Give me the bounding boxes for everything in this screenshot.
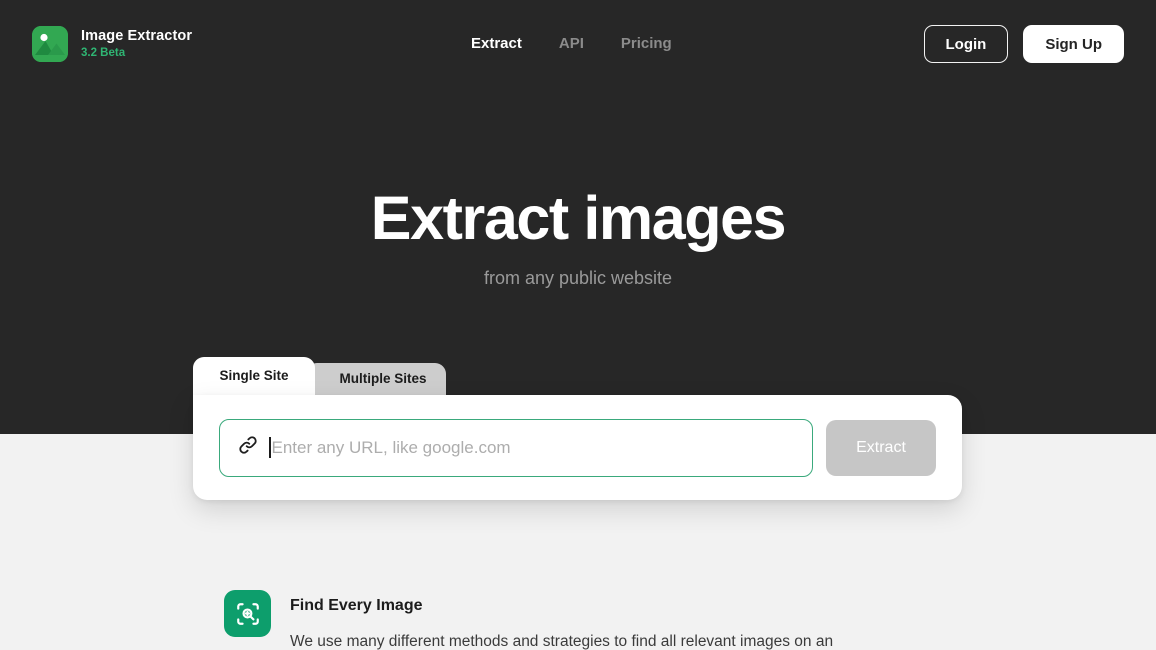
page-title: Extract images	[370, 184, 787, 252]
url-input[interactable]: Enter any URL, like google.com	[272, 437, 511, 459]
brand-name: Image Extractor	[81, 28, 193, 44]
link-icon	[237, 434, 259, 461]
navbar: Image Extractor 3.2 Beta Extract API Pri…	[0, 0, 1156, 88]
extractor-card: Enter any URL, like google.com Extract	[193, 395, 962, 500]
hero-copy: Extract images from any public website	[0, 182, 1156, 290]
feature-body: Find Every Image We use many different m…	[290, 590, 833, 650]
hero-subtitle: from any public website	[483, 268, 673, 288]
image-mountain-icon	[32, 26, 68, 62]
page-root: Image Extractor 3.2 Beta Extract API Pri…	[0, 0, 1156, 650]
scan-search-icon	[224, 590, 271, 637]
tab-single-site[interactable]: Single Site	[193, 357, 315, 395]
brand-logo-link[interactable]: Image Extractor 3.2 Beta	[32, 26, 192, 62]
brand-version-badge: 3.2 Beta	[81, 47, 126, 59]
brand-text: Image Extractor 3.2 Beta	[81, 28, 192, 60]
text-caret	[269, 437, 271, 458]
signup-button[interactable]: Sign Up	[1023, 25, 1124, 63]
extractor-panel: Multiple Sites Single Site Enter any URL…	[193, 357, 962, 500]
nav-link-pricing[interactable]: Pricing	[621, 33, 672, 55]
auth-buttons: Login Sign Up	[923, 25, 1124, 63]
feature-title: Find Every Image	[290, 597, 423, 614]
feature-description: We use many different methods and strate…	[290, 633, 834, 650]
extract-button[interactable]: Extract	[826, 419, 936, 476]
feature-item: Find Every Image We use many different m…	[224, 590, 924, 650]
nav-link-api[interactable]: API	[559, 33, 584, 55]
tab-multiple-sites[interactable]: Multiple Sites	[306, 363, 446, 395]
nav-links: Extract API Pricing	[471, 33, 672, 55]
nav-link-extract[interactable]: Extract	[471, 33, 522, 55]
login-button[interactable]: Login	[923, 25, 1009, 63]
url-input-wrapper[interactable]: Enter any URL, like google.com	[219, 418, 813, 477]
extractor-tabs: Multiple Sites Single Site	[193, 357, 962, 395]
